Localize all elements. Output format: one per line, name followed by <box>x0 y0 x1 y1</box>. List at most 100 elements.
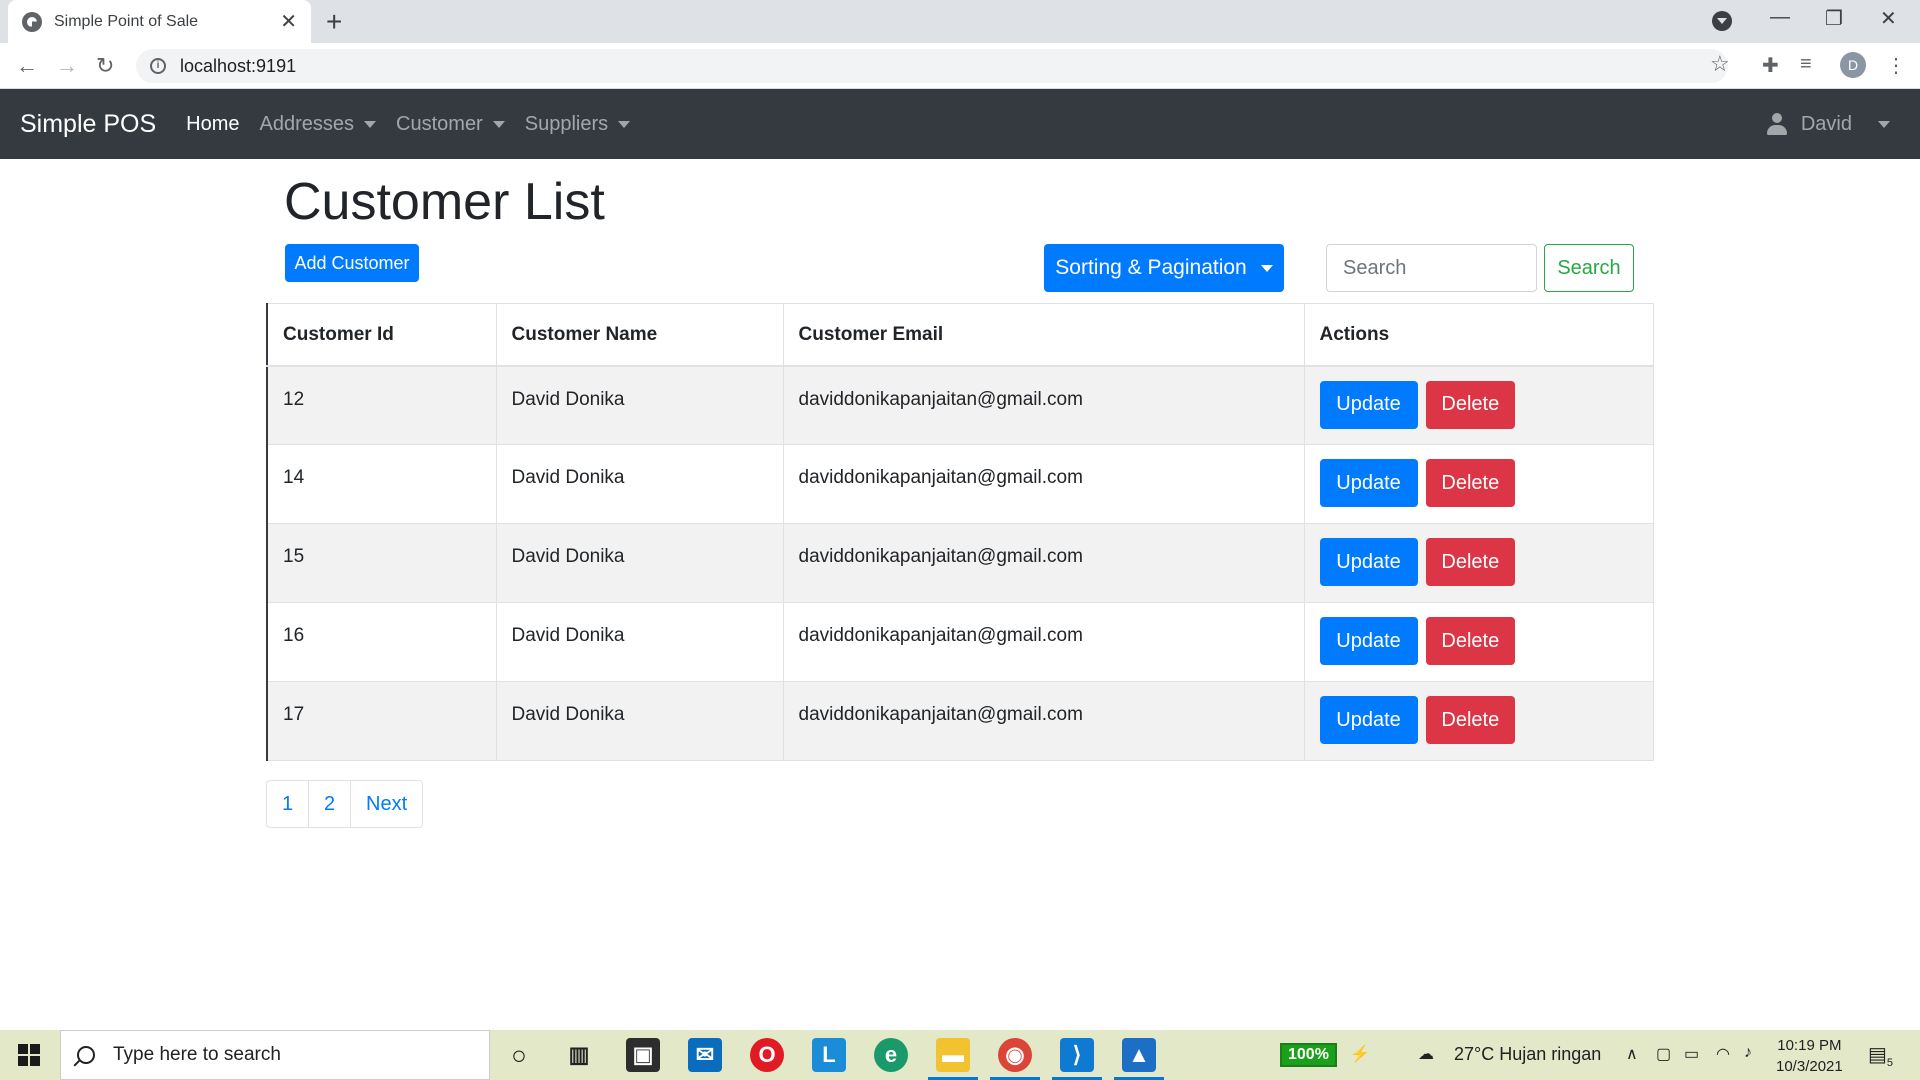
table-row: 15 David Donika daviddonikapanjaitan@gma… <box>266 523 1654 603</box>
tab-search-icon[interactable] <box>1712 11 1732 31</box>
media-control-icon[interactable]: ≡ <box>1800 53 1812 76</box>
wifi-icon[interactable]: ◠ <box>1716 1044 1730 1064</box>
menu-icon[interactable]: ⋮ <box>1886 53 1906 78</box>
browser-toolbar: ← → ↻ i localhost:9191 ☆ ✚ ≡ D ⋮ <box>0 43 1920 89</box>
battery-indicator[interactable]: 100% <box>1280 1043 1337 1067</box>
vscode-icon[interactable]: ⟩ <box>1060 1038 1094 1072</box>
nav-customer-label: Customer <box>396 112 483 135</box>
cell-customer-id: 17 <box>266 681 497 761</box>
restore-icon[interactable]: ❐ <box>1825 6 1843 31</box>
table-row: 16 David Donika daviddonikapanjaitan@gma… <box>266 602 1654 682</box>
cortana-icon[interactable]: ○ <box>502 1038 536 1072</box>
weather-text[interactable]: 27°C Hujan ringan <box>1454 1044 1601 1065</box>
update-button[interactable]: Update <box>1319 538 1418 586</box>
search-input[interactable] <box>1326 244 1537 292</box>
back-icon[interactable]: ← <box>16 53 38 79</box>
url-text: localhost:9191 <box>180 55 297 76</box>
chevron-down-icon <box>1260 264 1273 272</box>
new-tab-icon[interactable]: + <box>326 6 342 38</box>
user-menu[interactable]: David <box>1766 89 1890 159</box>
address-bar[interactable]: i localhost:9191 <box>136 49 1728 83</box>
page-link-1[interactable]: 1 <box>266 780 309 828</box>
header-customer-email: Customer Email <box>782 303 1305 367</box>
close-tab-icon[interactable]: ✕ <box>280 9 297 34</box>
volume-icon[interactable]: ♪ <box>1744 1044 1752 1062</box>
cell-customer-name: David Donika <box>495 523 784 603</box>
reload-icon[interactable]: ↻ <box>96 53 114 79</box>
header-actions: Actions <box>1303 303 1654 367</box>
file-explorer-icon[interactable]: ▬ <box>936 1038 970 1072</box>
cell-customer-email: daviddonikapanjaitan@gmail.com <box>782 365 1305 445</box>
cell-customer-email: daviddonikapanjaitan@gmail.com <box>782 602 1305 682</box>
sorting-pagination-label: Sorting & Pagination <box>1055 256 1247 279</box>
os-taskbar: Type here to search ○ ▥ ▣ ✉ O L e ▬ ◉ ⟩ … <box>0 1030 1920 1080</box>
chevron-down-icon <box>492 120 505 128</box>
cell-customer-id: 15 <box>266 523 497 603</box>
chevron-up-icon[interactable]: ∧ <box>1626 1044 1638 1064</box>
profile-avatar[interactable]: D <box>1840 52 1866 78</box>
windows-start-icon[interactable] <box>18 1044 40 1066</box>
table-row: 12 David Donika daviddonikapanjaitan@gma… <box>266 365 1654 445</box>
nav-home[interactable]: Home <box>186 113 239 136</box>
nav-suppliers-label: Suppliers <box>524 112 609 135</box>
add-customer-button[interactable]: Add Customer <box>285 244 419 282</box>
update-button[interactable]: Update <box>1319 459 1418 507</box>
update-button[interactable]: Update <box>1319 380 1418 429</box>
extensions-icon[interactable]: ✚ <box>1762 53 1779 78</box>
nav-addresses-label: Addresses <box>259 112 355 135</box>
page-link-next[interactable]: Next <box>350 780 424 828</box>
opera-icon[interactable]: O <box>750 1038 784 1072</box>
cell-customer-id: 12 <box>266 365 497 445</box>
bookmark-star-icon[interactable]: ☆ <box>1710 51 1730 77</box>
mail-icon[interactable]: ✉ <box>688 1038 722 1072</box>
nav-customer[interactable]: Customer <box>396 113 505 136</box>
delete-button[interactable]: Delete <box>1425 380 1515 429</box>
close-window-icon[interactable]: ✕ <box>1880 6 1897 31</box>
globe-icon <box>22 11 42 32</box>
forward-icon[interactable]: → <box>56 53 78 79</box>
chrome-icon[interactable]: ◉ <box>998 1038 1032 1072</box>
table-header-row: Customer Id Customer Name Customer Email… <box>266 303 1654 367</box>
nav-suppliers[interactable]: Suppliers <box>524 112 631 136</box>
plug-icon: ⚡ <box>1350 1046 1370 1063</box>
delete-button[interactable]: Delete <box>1425 538 1515 586</box>
cell-actions: Update Delete <box>1303 365 1654 445</box>
search-button[interactable]: Search <box>1544 244 1634 292</box>
chevron-down-icon <box>1878 120 1890 128</box>
nav-addresses[interactable]: Addresses <box>260 113 377 136</box>
cell-customer-email: daviddonikapanjaitan@gmail.com <box>782 681 1305 761</box>
taskbar-search[interactable]: Type here to search <box>60 1030 490 1080</box>
task-view-icon[interactable]: ▥ <box>562 1038 596 1072</box>
store-icon[interactable]: ▣ <box>626 1038 660 1072</box>
user-name: David <box>1800 112 1852 135</box>
update-button[interactable]: Update <box>1319 617 1418 665</box>
notification-icon[interactable]: ▤5 <box>1868 1042 1893 1069</box>
info-icon[interactable]: i <box>150 58 166 74</box>
cell-customer-name: David Donika <box>495 602 784 682</box>
pagination: 1 2 Next <box>266 780 424 828</box>
header-customer-name: Customer Name <box>495 303 784 367</box>
delete-button[interactable]: Delete <box>1425 617 1515 665</box>
sorting-pagination-dropdown[interactable]: Sorting & Pagination <box>1044 244 1284 292</box>
minimize-icon[interactable]: — <box>1770 6 1790 29</box>
page-title: Customer List <box>284 173 605 231</box>
l-app-icon[interactable]: L <box>812 1038 846 1072</box>
system-clock[interactable]: 10:19 PM 10/3/2021 <box>1776 1035 1843 1077</box>
photos-icon[interactable]: ▲ <box>1122 1038 1156 1072</box>
cell-actions: Update Delete <box>1303 444 1654 524</box>
battery-icon[interactable]: ▭ <box>1684 1044 1699 1064</box>
delete-button[interactable]: Delete <box>1425 696 1515 744</box>
chevron-down-icon <box>618 120 631 128</box>
brand-logo[interactable]: Simple POS <box>20 110 156 139</box>
device-icon[interactable]: ▢ <box>1656 1044 1671 1064</box>
table-row: 17 David Donika daviddonikapanjaitan@gma… <box>266 681 1654 761</box>
clock-time: 10:19 PM <box>1777 1037 1842 1054</box>
edge-icon[interactable]: e <box>874 1038 908 1072</box>
cell-customer-email: daviddonikapanjaitan@gmail.com <box>782 523 1305 603</box>
browser-tab[interactable]: Simple Point of Sale ✕ <box>8 0 311 43</box>
update-button[interactable]: Update <box>1319 696 1418 744</box>
chevron-down-icon <box>364 120 377 128</box>
delete-button[interactable]: Delete <box>1425 459 1515 507</box>
notification-count: 5 <box>1886 1057 1894 1069</box>
page-link-2[interactable]: 2 <box>308 780 351 828</box>
